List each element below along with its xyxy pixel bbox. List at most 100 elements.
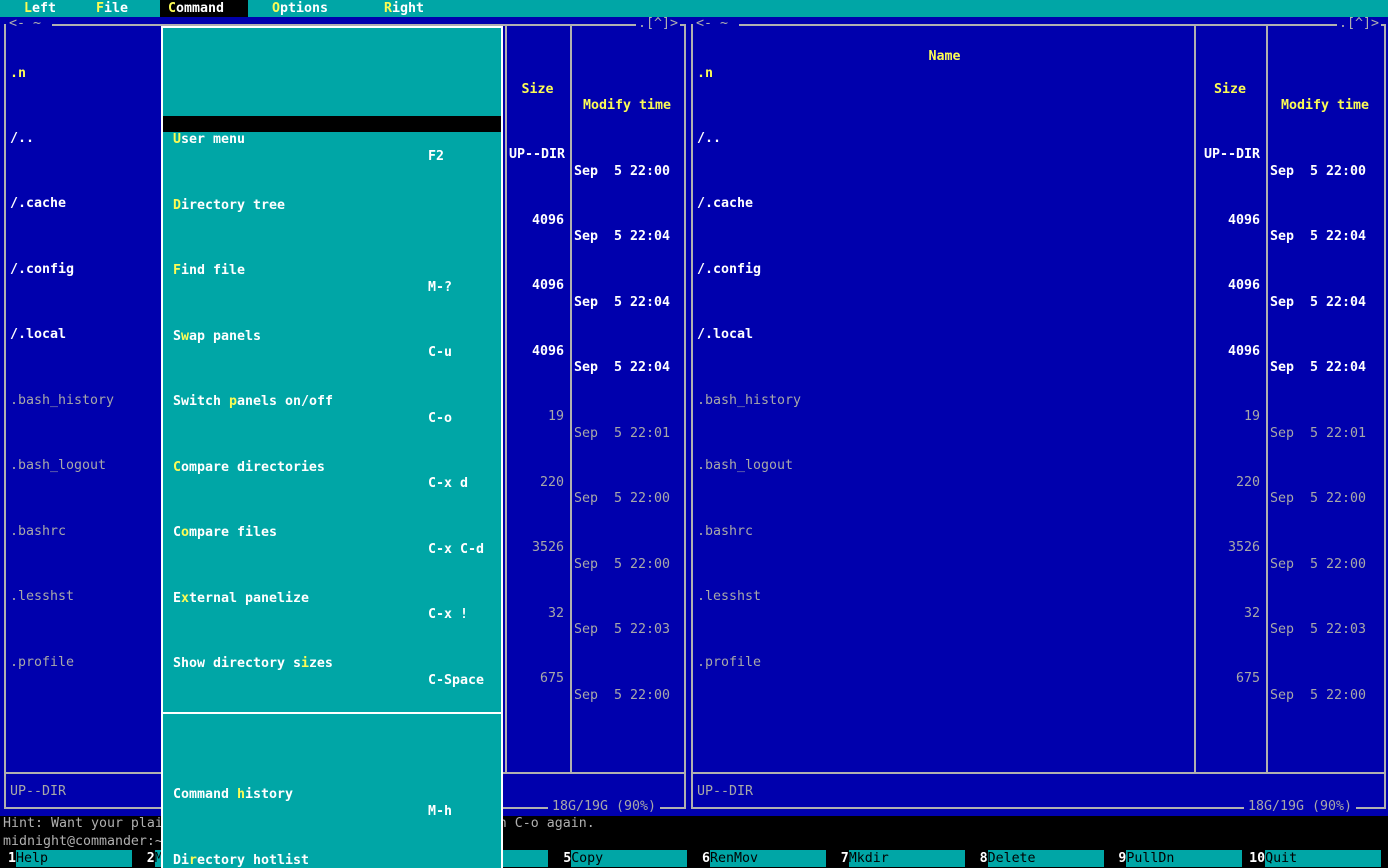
menu-item[interactable]: Directory hotlist C-\ xyxy=(163,836,501,852)
function-key-button[interactable]: 10Quit xyxy=(1249,850,1388,867)
prompt-text: midnight@commander:~$ xyxy=(3,834,171,849)
menu-item[interactable]: Command history M-h xyxy=(163,771,501,787)
menubar-item-hotkey: O xyxy=(272,1,280,16)
file-name: /.. xyxy=(697,131,721,147)
menu-item-label: User menu xyxy=(173,132,245,148)
menu-item-shortcut: F2 xyxy=(428,149,444,165)
menu-item[interactable]: Compare files C-x C-d xyxy=(163,509,501,525)
menubar-item-hotkey: L xyxy=(24,1,32,16)
left-panel-free-space: 18G/19G (90%) xyxy=(548,799,660,815)
menu-item[interactable]: Compare directories C-x d xyxy=(163,443,501,459)
function-key-label: Copy xyxy=(571,850,687,867)
menu-item[interactable]: Switch panels on/off C-o xyxy=(163,378,501,394)
file-mtime: Sep 5 22:03 xyxy=(1270,622,1366,638)
menu-item-shortcut: M-h xyxy=(428,804,452,820)
menu-item-hotkey: w xyxy=(181,329,189,344)
menu-item-hotkey: p xyxy=(229,394,237,409)
menu-item[interactable]: User menu F2 xyxy=(163,116,501,132)
menubar-item[interactable]: File xyxy=(96,0,128,17)
history-back-icon[interactable]: <- ~ xyxy=(693,16,739,32)
file-size: 3526 xyxy=(1198,540,1260,556)
menu-item-label: Directory tree xyxy=(173,198,285,214)
file-name: .lesshst xyxy=(697,589,761,605)
menubar-item[interactable]: Left xyxy=(24,0,56,17)
menu-item[interactable]: Directory tree xyxy=(163,181,501,197)
right-panel-top-border xyxy=(691,24,1386,26)
function-key-label: Help xyxy=(16,850,132,867)
file-name: .bashrc xyxy=(697,524,753,540)
menu-item-hotkey: i xyxy=(301,656,309,671)
function-key-number: 10 xyxy=(1249,850,1265,867)
menu-item-hotkey: h xyxy=(237,787,245,802)
function-key-label: PullDn xyxy=(1126,850,1242,867)
file-name: /.config xyxy=(697,262,761,278)
function-key-button[interactable]: 6RenMov xyxy=(694,850,833,867)
function-key-button[interactable]: 7Mkdir xyxy=(833,850,972,867)
function-key-label: Quit xyxy=(1265,850,1381,867)
menu-item[interactable]: External panelize C-x ! xyxy=(163,574,501,590)
function-key-button[interactable]: 8Delete xyxy=(972,850,1111,867)
file-size: 4096 xyxy=(1198,213,1260,229)
function-key-number: 1 xyxy=(0,850,16,867)
function-key-number: 7 xyxy=(833,850,849,867)
menu-item-label: Directory hotlist xyxy=(173,853,309,868)
file-size: UP--DIR xyxy=(1198,147,1260,163)
menu-item-label: Compare directories xyxy=(173,460,325,476)
menubar: Left File Command Options Right xyxy=(0,0,1388,17)
menubar-item-hotkey: F xyxy=(96,1,104,16)
left-panel-path: ~ xyxy=(33,16,41,31)
file-size: 220 xyxy=(1198,475,1260,491)
menu-item-label: Swap panels xyxy=(173,329,261,345)
menu-item-label: Find file xyxy=(173,263,245,279)
function-key-label: Delete xyxy=(988,850,1104,867)
menu-item-shortcut: C-x d xyxy=(428,476,468,492)
menu-item-hotkey: F xyxy=(173,263,181,278)
menu-item[interactable]: Find file M-? xyxy=(163,247,501,263)
menu-item-shortcut: C-Space xyxy=(428,673,484,689)
menu-item-label: Compare files xyxy=(173,525,277,541)
file-size: 675 xyxy=(1198,671,1260,687)
menubar-item[interactable]: Right xyxy=(384,0,424,17)
file-mtime: Sep 5 22:00 xyxy=(1270,491,1366,507)
file-name: .bash_logout xyxy=(697,458,793,474)
right-panel-ministatus-separator xyxy=(693,772,1384,774)
file-mtime: Sep 5 22:04 xyxy=(1270,360,1366,376)
up-dir-button[interactable]: .[^]> xyxy=(636,16,680,32)
menu-item-hotkey: r xyxy=(189,853,197,868)
menubar-item[interactable]: Command xyxy=(160,0,248,17)
menu-item[interactable]: Swap panels C-u xyxy=(163,312,501,328)
menubar-item[interactable]: Options xyxy=(272,0,328,17)
menu-item-hotkey: U xyxy=(173,132,181,147)
mc-screen: <- ~ .[^]> Name .n Size Modify time /.. … xyxy=(0,0,1388,868)
menu-item-label: Command history xyxy=(173,787,293,803)
menu-item-shortcut: C-x ! xyxy=(428,607,468,623)
function-key-button[interactable]: 1Help xyxy=(0,850,139,867)
shell-prompt[interactable]: midnight@commander:~$ xyxy=(3,833,187,850)
file-mtime: Sep 5 22:01 xyxy=(1270,426,1366,442)
menu-item-shortcut: C-x C-d xyxy=(428,542,484,558)
function-key-number: 8 xyxy=(972,850,988,867)
up-dir-button[interactable]: .[^]> xyxy=(1337,16,1381,32)
function-key-number: 6 xyxy=(694,850,710,867)
menu-item-hotkey: C xyxy=(173,460,181,475)
file-mtime: Sep 5 22:00 xyxy=(1270,164,1366,180)
file-size: 19 xyxy=(1198,409,1260,425)
menu-item-label: External panelize xyxy=(173,591,309,607)
file-size: 32 xyxy=(1198,606,1260,622)
function-key-button[interactable]: 9PullDn xyxy=(1110,850,1249,867)
menu-item-shortcut: M-? xyxy=(428,280,452,296)
right-panel-ministatus: UP--DIR xyxy=(697,784,753,800)
menu-separator xyxy=(163,705,501,721)
function-key-number: 2 xyxy=(139,850,155,867)
menu-item[interactable]: Show directory sizes C-Space xyxy=(163,640,501,656)
menu-item-shortcut: C-o xyxy=(428,411,452,427)
file-size: 4096 xyxy=(1198,278,1260,294)
function-key-button[interactable]: 5Copy xyxy=(555,850,694,867)
function-key-number: 5 xyxy=(555,850,571,867)
function-key-number: 9 xyxy=(1110,850,1126,867)
menu-item-hotkey: x xyxy=(181,591,189,606)
file-mtime: Sep 5 22:04 xyxy=(1270,295,1366,311)
menu-item-label: Switch panels on/off xyxy=(173,394,333,410)
file-name: .bash_history xyxy=(697,393,801,409)
menu-item-label: Show directory sizes xyxy=(173,656,333,672)
